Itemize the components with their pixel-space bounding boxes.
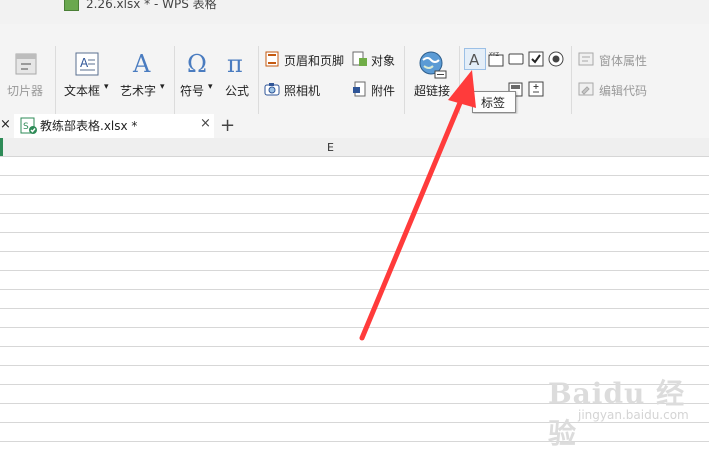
window-title: 2.26.xlsx * - WPS 表格	[86, 0, 217, 11]
header-footer-icon	[265, 51, 279, 67]
previous-tab-close-icon[interactable]: ×	[0, 117, 11, 132]
attachment-label: 附件	[371, 84, 396, 98]
camera-button[interactable]: 照相机	[263, 78, 333, 100]
svg-text:π: π	[227, 50, 243, 76]
header-footer-label: 页眉和页脚	[284, 54, 345, 68]
wordart-icon: A	[132, 50, 151, 76]
pi-icon: π	[227, 50, 243, 76]
formula-label: 公式	[225, 84, 250, 98]
slicer-label: 切片器	[7, 84, 44, 98]
svg-text:A: A	[469, 51, 480, 68]
insert-ribbon: 切片器 A 文本框 ▾ A 艺术字 ▾ Ω 符号 ▾ π 公式 页眉和页脚 对象…	[0, 24, 709, 130]
add-tab-icon[interactable]: +	[220, 115, 235, 136]
slicer-icon	[15, 53, 37, 75]
baidu-jingyan-watermark: Baidu 经验 jingyan.baidu.com	[540, 364, 700, 450]
tab-active-file[interactable]: S 教练部表格.xlsx * ×	[14, 114, 214, 138]
object-label: 对象	[371, 54, 396, 68]
symbol-button[interactable]: Ω 符号 ▾	[177, 48, 219, 100]
active-column-marker	[0, 138, 3, 156]
omega-icon: Ω	[187, 50, 207, 76]
checkbox-control-icon	[528, 51, 544, 67]
textbox-button[interactable]: A 文本框 ▾	[60, 48, 114, 100]
groupbox-control-button[interactable]: XYZ	[487, 50, 505, 68]
attachment-button[interactable]: 附件	[350, 78, 398, 100]
file-icon	[64, 0, 79, 11]
column-header-row	[0, 138, 709, 157]
svg-text:XYZ: XYZ	[489, 52, 499, 58]
label-control-icon: A	[469, 51, 480, 68]
label-control-button[interactable]: A	[464, 48, 486, 70]
tooltip-text: 标签	[481, 96, 506, 110]
button-control-icon	[508, 53, 524, 65]
camera-icon	[264, 83, 280, 96]
spinner-control-icon	[528, 81, 544, 97]
textbox-label: 文本框	[64, 84, 101, 98]
column-header-e[interactable]: E	[327, 141, 334, 154]
textbox-icon: A	[75, 52, 99, 76]
tab-close-icon[interactable]: ×	[200, 116, 211, 131]
textbox-dropdown-arrow[interactable]: ▾	[104, 82, 109, 92]
spreadsheet-file-icon: S	[20, 117, 37, 134]
formula-button[interactable]: π 公式	[220, 48, 256, 100]
groupbox-control-icon: XYZ	[488, 52, 504, 67]
control-properties-button[interactable]: 窗体属性	[576, 48, 656, 70]
attachment-icon	[353, 81, 366, 97]
edit-code-label: 编辑代码	[599, 84, 648, 98]
hyperlink-button[interactable]: 超链接	[410, 48, 454, 100]
edit-code-button[interactable]: 编辑代码	[576, 78, 656, 100]
object-icon	[352, 51, 367, 66]
radio-control-button[interactable]	[547, 50, 565, 68]
wordart-button[interactable]: A 艺术字 ▾	[116, 48, 170, 100]
button-control-button[interactable]	[507, 50, 525, 68]
spinner-control-button[interactable]	[527, 80, 545, 98]
slicer-button[interactable]: 切片器	[4, 48, 48, 100]
hyperlink-label: 超链接	[414, 84, 451, 98]
svg-text:Ω: Ω	[187, 50, 207, 76]
title-bar: 2.26.xlsx * - WPS 表格	[0, 0, 709, 24]
label-tooltip: 标签	[472, 91, 516, 113]
symbol-dropdown-arrow[interactable]: ▾	[208, 82, 213, 92]
svg-text:A: A	[132, 50, 151, 76]
properties-icon	[578, 52, 594, 66]
symbol-label: 符号	[180, 84, 205, 98]
tab-title: 教练部表格.xlsx *	[40, 119, 138, 133]
checkbox-control-button[interactable]	[527, 50, 545, 68]
control-properties-label: 窗体属性	[599, 54, 648, 68]
wordart-dropdown-arrow[interactable]: ▾	[160, 82, 165, 92]
edit-code-icon	[578, 82, 594, 96]
header-footer-button[interactable]: 页眉和页脚	[263, 48, 347, 70]
radio-control-icon	[548, 51, 564, 67]
svg-text:S: S	[23, 122, 29, 132]
wordart-label: 艺术字	[120, 84, 157, 98]
hyperlink-globe-icon	[419, 51, 447, 79]
watermark-sub-text: jingyan.baidu.com	[578, 408, 689, 422]
camera-label: 照相机	[284, 84, 321, 98]
svg-text:A: A	[80, 56, 89, 70]
object-button[interactable]: 对象	[350, 48, 398, 70]
